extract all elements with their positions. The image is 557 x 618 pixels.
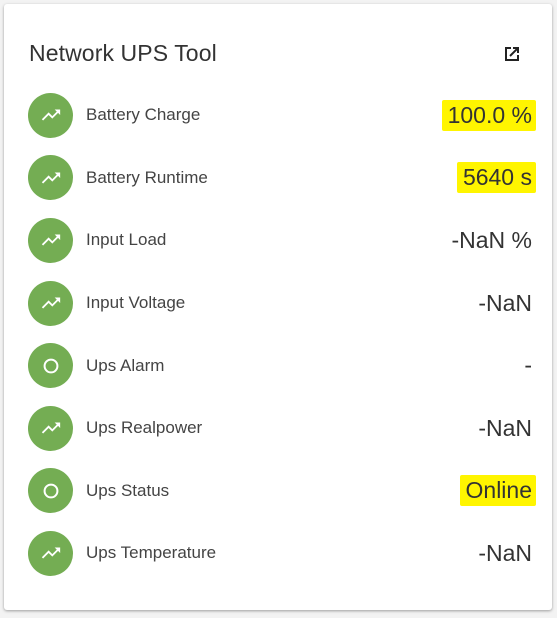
sensor-value: 100.0 % [441, 99, 536, 131]
sensor-list: Battery Charge 100.0 % Battery Runtime 5… [28, 84, 536, 585]
sensor-label: Input Load [86, 230, 167, 250]
trending-up-icon [28, 530, 73, 576]
sensor-value: -NaN [478, 289, 532, 316]
sensor-value: -NaN [478, 414, 532, 441]
sensor-label: Ups Realpower [86, 418, 203, 438]
sensor-label: Battery Runtime [86, 167, 208, 187]
sensor-label: Input Voltage [86, 293, 186, 313]
sensor-label: Ups Alarm [86, 355, 165, 375]
trending-up-icon [28, 217, 73, 263]
sensor-label: Battery Charge [86, 105, 201, 125]
sensor-label: Ups Status [86, 480, 170, 500]
sensor-row-input-load[interactable]: Input Load -NaN % [28, 209, 532, 272]
sensor-row-ups-alarm[interactable]: Ups Alarm - [28, 334, 532, 397]
sensor-label: Ups Temperature [86, 543, 217, 563]
circle-outline-icon [28, 343, 73, 389]
ups-card: Network UPS Tool Battery Charge 100.0 % … [4, 4, 552, 610]
sensor-row-ups-status[interactable]: Ups Status Online [28, 460, 536, 523]
sensor-value: -NaN [478, 539, 532, 566]
trending-up-icon [28, 405, 73, 451]
sensor-value: - [524, 352, 532, 379]
sensor-value: Online [459, 475, 536, 507]
sensor-row-ups-temperature[interactable]: Ups Temperature -NaN [28, 522, 532, 585]
sensor-row-battery-charge[interactable]: Battery Charge 100.0 % [28, 84, 536, 147]
card-title: Network UPS Tool [29, 40, 217, 66]
sensor-row-ups-realpower[interactable]: Ups Realpower -NaN [28, 397, 532, 460]
sensor-value: -NaN % [451, 226, 532, 253]
sensor-row-battery-runtime[interactable]: Battery Runtime 5640 s [28, 147, 536, 210]
trending-up-icon [28, 280, 73, 326]
sensor-value: 5640 s [456, 162, 536, 194]
sensor-row-input-voltage[interactable]: Input Voltage -NaN [28, 272, 532, 335]
trending-up-icon [28, 92, 73, 138]
trending-up-icon [28, 155, 73, 201]
open-in-new-icon[interactable] [500, 42, 524, 66]
circle-outline-icon [28, 468, 73, 514]
